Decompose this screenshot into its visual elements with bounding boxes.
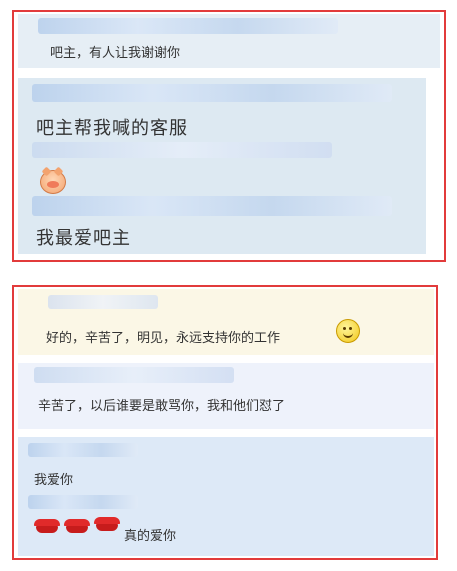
reply-card-2: 辛苦了，以后谁要是敢骂你，我和他们怼了: [18, 363, 434, 429]
comment-text-3: 我最爱吧主: [36, 228, 131, 249]
blurred-username: [38, 18, 338, 34]
reply-text-3: 我爱你: [34, 473, 74, 488]
reply-card-1: 好的，辛苦了，明见，永远支持你的工作: [18, 289, 434, 355]
lips-emoji-icon: [64, 519, 90, 533]
blurred-username: [28, 443, 138, 457]
lips-emoji-icon: [94, 517, 120, 531]
smile-emoji-icon: [336, 319, 360, 343]
blurred-username: [48, 295, 158, 309]
lips-emoji-icon: [34, 519, 60, 533]
comment-text-2: 吧主帮我喊的客服: [36, 118, 188, 139]
comment-card-2: 吧主帮我喊的客服 我最爱吧主: [18, 78, 426, 254]
blurred-username: [28, 495, 138, 509]
blurred-username: [32, 196, 392, 216]
comment-text-1: 吧主，有人让我谢谢你: [50, 46, 181, 61]
reply-card-3: 我爱你 真的爱你: [18, 437, 434, 556]
pig-emoji-icon: [40, 166, 66, 194]
blurred-username: [34, 367, 234, 383]
reply-text-2: 辛苦了，以后谁要是敢骂你，我和他们怼了: [38, 399, 286, 414]
comment-card-1: 吧主，有人让我谢谢你: [18, 14, 440, 68]
reply-text-1: 好的，辛苦了，明见，永远支持你的工作: [46, 331, 281, 346]
bottom-screenshot-panel: 好的，辛苦了，明见，永远支持你的工作 辛苦了，以后谁要是敢骂你，我和他们怼了 我…: [12, 285, 438, 560]
blurred-username: [32, 84, 392, 102]
top-screenshot-panel: 吧主，有人让我谢谢你 吧主帮我喊的客服 我最爱吧主: [12, 10, 446, 262]
blurred-text: [32, 142, 332, 158]
reply-text-4: 真的爱你: [124, 529, 177, 544]
